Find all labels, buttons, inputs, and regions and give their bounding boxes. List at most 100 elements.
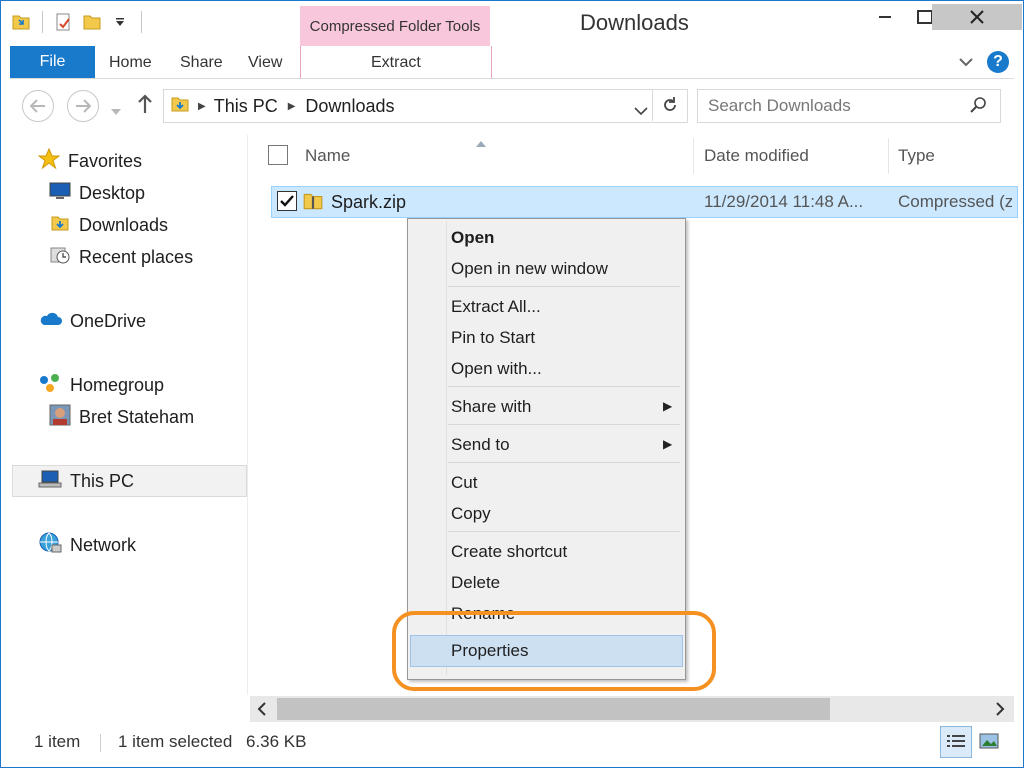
address-history-icon[interactable] [634, 100, 648, 121]
toolbar-separator [141, 11, 142, 33]
menu-item-open-with[interactable]: Open with... [451, 355, 542, 383]
nav-recent-places[interactable]: Recent places [49, 244, 193, 270]
menu-item-pin-to-start[interactable]: Pin to Start [451, 324, 535, 352]
zip-folder-icon [302, 190, 324, 217]
folder-app-icon[interactable] [10, 11, 32, 33]
column-separator[interactable] [693, 138, 694, 174]
menu-item-cut[interactable]: Cut [451, 469, 477, 497]
select-all-checkbox[interactable] [268, 145, 288, 165]
nav-desktop[interactable]: Desktop [49, 180, 145, 206]
downloads-folder-icon [170, 94, 190, 119]
checkmark-icon [280, 195, 294, 207]
menu-item-share-with[interactable]: Share with [451, 393, 531, 421]
customize-toolbar-icon[interactable] [109, 11, 131, 33]
large-icons-view-button[interactable] [974, 726, 1004, 756]
cloud-icon [38, 311, 62, 332]
close-icon [970, 10, 984, 24]
tab-share[interactable]: Share [180, 54, 223, 72]
nav-label: OneDrive [70, 310, 147, 331]
menu-separator [448, 531, 680, 532]
search-box[interactable]: Search Downloads [697, 89, 1001, 123]
menu-separator [448, 462, 680, 463]
column-header-type[interactable]: Type [898, 146, 935, 166]
chevron-right-icon[interactable]: ▶ [198, 101, 206, 112]
nav-label: Homegroup [70, 374, 165, 395]
status-selection: 1 item selected [118, 732, 233, 751]
nav-label: Desktop [79, 182, 146, 203]
menu-item-delete[interactable]: Delete [451, 569, 500, 597]
submenu-arrow-icon: ▶ [663, 437, 673, 451]
forward-button[interactable] [67, 90, 99, 122]
pane-divider [247, 135, 248, 695]
nav-downloads[interactable]: Downloads [49, 212, 168, 238]
nav-this-pc[interactable]: This PC [38, 468, 134, 494]
nav-label: Downloads [79, 214, 169, 235]
search-icon[interactable] [970, 96, 988, 119]
up-arrow-icon[interactable] [137, 94, 153, 119]
tab-home[interactable]: Home [109, 54, 152, 72]
scrollbar-thumb[interactable] [277, 698, 830, 720]
tab-extract[interactable]: Extract [371, 54, 421, 72]
recent-locations-icon[interactable] [111, 102, 121, 120]
file-type: Compressed (z [898, 192, 1012, 211]
refresh-button[interactable] [652, 89, 687, 121]
status-item-count: 1 item [34, 732, 81, 751]
toolbar-separator [42, 11, 43, 33]
tab-view[interactable]: View [248, 54, 282, 72]
back-button[interactable] [22, 90, 54, 122]
scroll-right-icon[interactable] [994, 702, 1006, 721]
nav-favorites[interactable]: Favorites [37, 147, 143, 174]
details-view-button[interactable] [940, 726, 972, 758]
refresh-icon [664, 97, 676, 111]
computer-icon [38, 469, 62, 494]
close-button[interactable] [932, 4, 1022, 30]
window-title: Downloads [580, 10, 689, 35]
column-header-date-modified[interactable]: Date modified [704, 146, 809, 166]
scroll-left-icon[interactable] [256, 702, 268, 721]
search-input[interactable]: Search Downloads [708, 96, 851, 116]
menu-item-open-new-window[interactable]: Open in new window [451, 255, 608, 283]
nav-network[interactable]: Network [38, 532, 136, 558]
breadcrumb-downloads[interactable]: Downloads [305, 96, 394, 117]
properties-icon[interactable] [53, 11, 75, 33]
contextual-tab-group: Compressed Folder Tools [300, 6, 490, 46]
menu-separator [448, 386, 680, 387]
menu-item-extract-all[interactable]: Extract All... [451, 293, 541, 321]
nav-onedrive[interactable]: OneDrive [38, 308, 146, 334]
new-folder-icon[interactable] [81, 11, 103, 33]
nav-label: Favorites [68, 150, 143, 171]
nav-label: Network [70, 534, 137, 555]
file-date-modified: 11/29/2014 11:48 A... [704, 192, 864, 211]
menu-separator [448, 286, 680, 287]
status-separator [100, 734, 101, 752]
row-checkbox[interactable] [277, 191, 297, 211]
nav-bret-stateham[interactable]: Bret Stateham [49, 404, 194, 430]
properties-callout-ring [392, 611, 716, 691]
menu-separator [448, 424, 680, 425]
help-icon[interactable]: ? [987, 51, 1009, 73]
user-avatar-icon [49, 404, 71, 431]
nav-label: This PC [70, 470, 135, 491]
menu-item-send-to[interactable]: Send to [451, 431, 510, 459]
large-icons-view-icon [979, 733, 999, 749]
breadcrumb-this-pc[interactable]: This PC [214, 96, 278, 117]
forward-arrow-icon [76, 99, 91, 113]
column-separator[interactable] [888, 138, 889, 174]
chevron-right-icon[interactable]: ▶ [288, 101, 296, 112]
menu-item-open[interactable]: Open [451, 224, 494, 252]
expand-ribbon-icon[interactable] [958, 55, 974, 73]
nav-homegroup[interactable]: Homegroup [38, 372, 164, 398]
ribbon-divider [10, 78, 1014, 79]
menu-item-copy[interactable]: Copy [451, 500, 491, 528]
nav-label: Recent places [79, 246, 194, 267]
address-bar[interactable]: ▶ This PC ▶ Downloads [163, 89, 688, 123]
file-name[interactable]: Spark.zip [331, 192, 406, 213]
submenu-arrow-icon: ▶ [663, 399, 673, 413]
details-view-icon [947, 735, 965, 747]
desktop-icon [49, 182, 71, 205]
status-size: 6.36 KB [246, 732, 307, 751]
quick-access-toolbar [10, 8, 146, 36]
column-header-name[interactable]: Name [305, 146, 350, 166]
tab-file[interactable]: File [10, 46, 95, 78]
menu-item-create-shortcut[interactable]: Create shortcut [451, 538, 567, 566]
